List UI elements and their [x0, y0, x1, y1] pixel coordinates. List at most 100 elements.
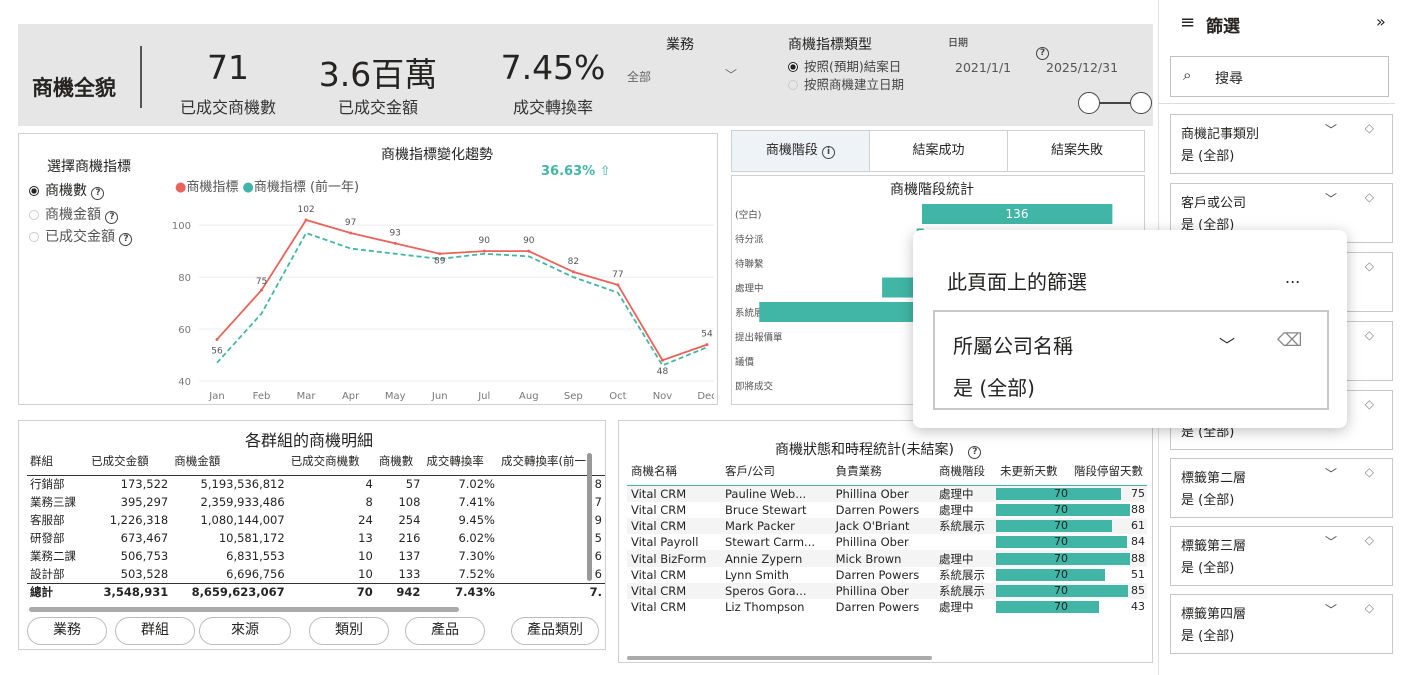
- table-cell: Liz Thompson: [725, 600, 805, 615]
- popup-title: 此頁面上的篩選: [947, 270, 1087, 294]
- drill-button[interactable]: 產品: [405, 617, 485, 645]
- table-row[interactable]: 客服部 1,226,318 1,080,144,007 24 254 9.45% 9: [27, 511, 605, 529]
- chevron-down-icon[interactable]: ﹀: [1325, 190, 1337, 207]
- chevron-down-icon[interactable]: ﹀: [1219, 332, 1235, 356]
- data-label: 75: [256, 277, 267, 287]
- data-point: [438, 252, 442, 256]
- table-cell: 85: [1070, 583, 1147, 599]
- eraser-icon[interactable]: ◇: [1365, 397, 1374, 411]
- eraser-icon[interactable]: ◇: [1365, 533, 1374, 547]
- drill-button[interactable]: 類別: [309, 617, 389, 645]
- column-header[interactable]: 商機名稱: [627, 457, 721, 485]
- table-row[interactable]: Vital CRM Pauline Web... Phillina Ober 處理中 7…: [627, 485, 1147, 502]
- table-row[interactable]: 業務二課 506,753 6,831,553 10 137 7.30% 6: [27, 547, 605, 565]
- table-row[interactable]: 研發部 673,467 10,581,172 13 216 6.02% 5: [27, 529, 605, 547]
- column-header[interactable]: 已成交商機數: [288, 447, 376, 475]
- table-row[interactable]: 設計部 503,528 6,696,756 10 133 7.52% 6: [27, 565, 605, 583]
- filter-search-box[interactable]: ⌕ 搜尋: [1170, 56, 1389, 97]
- table-cell: Annie Zypern: [725, 551, 803, 566]
- drill-button[interactable]: 業務: [27, 617, 107, 645]
- eraser-icon[interactable]: ◇: [1365, 465, 1374, 479]
- more-options-button[interactable]: ...: [1285, 268, 1300, 287]
- vertical-scrollbar[interactable]: [587, 453, 592, 581]
- column-header[interactable]: 已成交金額: [88, 447, 171, 475]
- slider-handle-start[interactable]: [1078, 92, 1100, 114]
- x-tick-label: Oct: [609, 391, 626, 402]
- column-header[interactable]: 群組: [27, 447, 88, 475]
- eraser-icon[interactable]: ⌫: [1277, 330, 1302, 351]
- table-cell: 業務二課: [30, 549, 76, 563]
- column-header[interactable]: 未更新天數: [996, 457, 1070, 485]
- table-total-cell: 總計: [30, 585, 53, 600]
- data-bar-value: 70: [1054, 518, 1068, 532]
- horizontal-scrollbar[interactable]: [29, 607, 459, 612]
- stage-tabs: 商機階段 i 結案成功 結案失敗: [731, 130, 1145, 172]
- table-row[interactable]: 行銷部 173,522 5,193,536,812 4 57 7.02% 8: [27, 475, 605, 493]
- trend-line-chart: 40 60 80 100 Jan Feb Mar Apr May Jun Jul Aug Sep Oct N…: [172, 205, 714, 402]
- table-cell: 6,696,756: [226, 566, 285, 581]
- filter-card-title: 標籤第三層: [1181, 539, 1247, 554]
- table-cell: 1,080,144,007: [200, 513, 285, 527]
- table-cell: 客服部: [30, 513, 65, 527]
- horizontal-scrollbar[interactable]: [627, 656, 932, 660]
- column-header[interactable]: 商機金額: [171, 447, 287, 475]
- filter-card[interactable]: 標籤第四層 是 (全部) ﹀ ◇: [1170, 594, 1393, 654]
- chevron-down-icon[interactable]: ﹀: [1325, 533, 1337, 550]
- table-cell: Vital Payroll: [631, 535, 699, 550]
- filter-card[interactable]: 標籤第三層 是 (全部) ﹀ ◇: [1170, 526, 1393, 586]
- eraser-icon[interactable]: ◇: [1365, 121, 1374, 135]
- date-start-input[interactable]: 2021/1/1: [943, 56, 1031, 82]
- y-tick-label: 100: [172, 221, 191, 232]
- table-row[interactable]: Vital CRM Liz Thompson Darren Powers 處理中 70 4…: [627, 599, 1147, 615]
- table-row[interactable]: Vital CRM Bruce Stewart Darren Powers 處理中 70…: [627, 502, 1147, 518]
- eraser-icon[interactable]: ◇: [1365, 259, 1374, 273]
- chevron-down-icon[interactable]: ﹀: [1325, 601, 1337, 618]
- metric-option-amount[interactable]: 商機金額 ?: [29, 204, 119, 224]
- table-cell: 24: [358, 513, 373, 527]
- business-dropdown[interactable]: 全部 ﹀: [623, 58, 743, 84]
- table-cell: Darren Powers: [835, 600, 920, 615]
- popup-filter-card[interactable]: 所屬公司名稱 ﹀ ⌫ 是 (全部): [933, 310, 1329, 410]
- table-row[interactable]: Vital Payroll Stewart Carm... Phillina Obe…: [627, 534, 1147, 550]
- drill-button[interactable]: 產品類別: [511, 617, 599, 645]
- column-header[interactable]: 負責業務: [832, 457, 935, 485]
- status-table: 商機名稱 客戶/公司 負責業務 商機階段 未更新天數 階段停留天數 Vital CRM Pau…: [627, 457, 1147, 616]
- date-end-input[interactable]: 2025/12/31: [1040, 56, 1132, 82]
- eraser-icon[interactable]: ◇: [1365, 601, 1374, 615]
- column-header[interactable]: 商機數: [376, 447, 424, 475]
- search-input[interactable]: 搜尋: [1215, 68, 1243, 88]
- column-header[interactable]: 商機階段: [935, 457, 996, 485]
- metric-option-closed-amount[interactable]: 已成交金額 ?: [29, 226, 133, 246]
- column-header[interactable]: 階段停留天數: [1070, 457, 1147, 485]
- table-row[interactable]: Vital CRM Mark Packer Jack O'Briant 系統展示 70 6…: [627, 517, 1147, 535]
- slider-handle-end[interactable]: [1130, 92, 1152, 114]
- table-row[interactable]: Vital BizForm Annie Zypern Mick Brown 處理中 70…: [627, 550, 1147, 567]
- chevron-down-icon[interactable]: ﹀: [1325, 465, 1337, 482]
- eraser-icon[interactable]: ◇: [1365, 190, 1374, 204]
- table-cell: 173,522: [120, 477, 169, 492]
- eraser-icon[interactable]: ◇: [1365, 328, 1374, 342]
- column-header[interactable]: 成交轉換率: [423, 447, 498, 475]
- table-cell: 業務三課: [30, 495, 76, 509]
- collapse-pane-button[interactable]: »: [1376, 12, 1386, 31]
- drill-button[interactable]: 群組: [115, 617, 195, 645]
- chevron-down-icon[interactable]: ﹀: [1325, 121, 1337, 138]
- table-cell: 13: [358, 531, 373, 545]
- filter-card[interactable]: 商機記事類別 是 (全部) ﹀ ◇: [1170, 114, 1393, 174]
- indicator-option-create-date[interactable]: 按照商機建立日期: [788, 74, 904, 93]
- table-cell: 處理中: [939, 551, 974, 566]
- table-row[interactable]: Vital CRM Speros Gora... Phillina Ober 系統展示…: [627, 582, 1147, 600]
- table-row[interactable]: 業務三課 395,297 2,359,933,486 8 108 7.41% 7: [27, 493, 605, 511]
- date-range-slider[interactable]: [1078, 92, 1152, 114]
- data-bar: 70: [996, 600, 1070, 614]
- metric-option-count[interactable]: 商機數 ?: [29, 180, 105, 200]
- tab-closed-lost[interactable]: 結案失敗: [1008, 131, 1146, 171]
- table-row[interactable]: Vital CRM Lynn Smith Darren Powers 系統展示 70 51: [627, 567, 1147, 583]
- kpi-closed-amount: 3.6百萬: [318, 55, 438, 94]
- column-header[interactable]: 客戶/公司: [721, 457, 832, 485]
- tab-closed-won[interactable]: 結案成功: [870, 131, 1008, 171]
- indicator-option-close-date[interactable]: 按照(預期)結案日: [788, 56, 901, 75]
- tab-stage[interactable]: 商機階段 i: [732, 131, 870, 171]
- drill-button[interactable]: 來源: [199, 617, 291, 645]
- filter-card[interactable]: 標籤第二層 是 (全部) ﹀ ◇: [1170, 458, 1393, 518]
